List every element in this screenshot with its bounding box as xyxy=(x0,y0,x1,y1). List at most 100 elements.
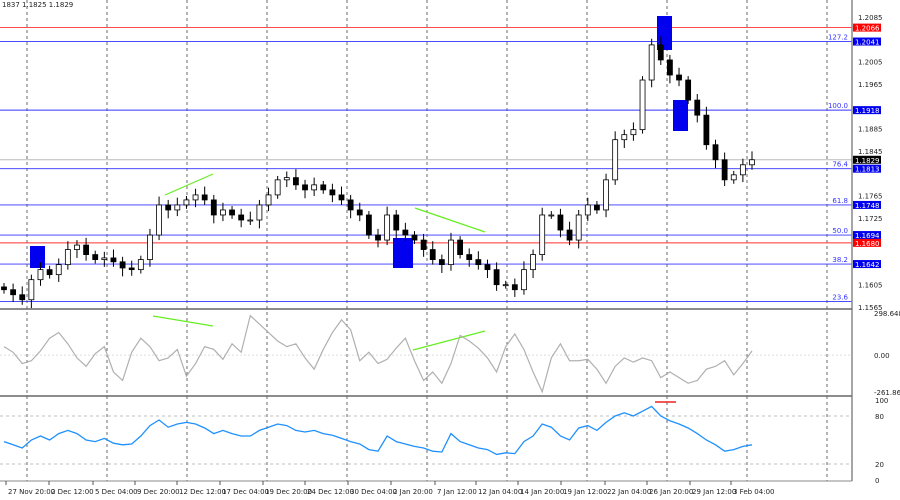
candle-body xyxy=(612,139,619,181)
cci-tick-label: 0.00 xyxy=(874,352,890,360)
rsi-tick-label: 0 xyxy=(875,477,879,485)
candle-body xyxy=(83,244,89,255)
candles xyxy=(1,36,755,309)
candle-body xyxy=(438,259,445,266)
x-tick-label: 29 Jan 12:00 xyxy=(692,488,736,496)
marker-box xyxy=(673,100,688,131)
price-tag-text: 1.1748 xyxy=(855,202,880,210)
price-tag-text: 1.1813 xyxy=(855,166,880,174)
candle-body xyxy=(676,74,682,81)
candle-body xyxy=(502,284,509,287)
x-tick-label: 2 Dec 12:00 xyxy=(51,488,94,496)
fib-level-label: 38.2 xyxy=(832,256,848,264)
fib-level-label: 23.6 xyxy=(832,293,848,301)
candle-body xyxy=(685,79,692,101)
candle-body xyxy=(584,204,591,216)
candle-body xyxy=(712,144,719,161)
candle-body xyxy=(448,239,454,266)
candle-body xyxy=(201,194,208,201)
candle-body xyxy=(639,79,646,131)
x-tick-label: 5 Dec 04:00 xyxy=(95,488,138,496)
candle-body xyxy=(165,204,172,211)
price-tag-text: 1.1694 xyxy=(855,232,880,240)
candle-body xyxy=(457,239,463,255)
candle-body xyxy=(174,204,181,211)
candle-body xyxy=(210,199,217,216)
candle-body xyxy=(667,59,673,76)
candle-body xyxy=(229,209,235,216)
candle-body xyxy=(721,159,728,181)
candle-body xyxy=(466,254,473,260)
candle-body xyxy=(557,214,564,231)
candle-body xyxy=(192,194,199,201)
divergence-line xyxy=(414,207,486,233)
candle-body xyxy=(739,164,746,176)
x-tick-label: 22 Jan 04:00 xyxy=(607,488,651,496)
candle-body xyxy=(594,204,600,211)
y-tick-label: 1.1965 xyxy=(858,81,883,89)
y-tick-label: 1.2005 xyxy=(858,59,883,67)
x-tick-label: 9 Dec 20:00 xyxy=(137,488,180,496)
candle-body xyxy=(548,214,555,217)
candle-body xyxy=(128,267,135,271)
x-tick-label: 7 Jan 12:00 xyxy=(437,488,477,496)
y-tick-label: 1.1845 xyxy=(858,148,883,156)
candle-body xyxy=(10,289,17,296)
x-tick-label: 19 Dec 20:00 xyxy=(265,488,312,496)
candle-body xyxy=(28,279,35,301)
x-tick-label: 27 Nov 20:00 xyxy=(8,488,55,496)
price-tag-text: 1.2041 xyxy=(855,39,880,47)
fib-level-label: 127.2 xyxy=(828,34,848,42)
cci-tick-label: -261.864 xyxy=(874,389,900,397)
fib-level-label: 50.0 xyxy=(832,227,848,235)
candle-body xyxy=(648,44,655,81)
marker-box xyxy=(393,238,413,268)
y-tick-label: 1.2085 xyxy=(858,14,883,22)
candle-body xyxy=(411,234,418,241)
y-axis-labels: 1.2041 1.1918 1.1813 1.1748 1.1694 1.1642 1.20… xyxy=(853,14,900,485)
candle-body xyxy=(1,286,7,291)
x-tick-label: 14 Jan 20:00 xyxy=(520,488,564,496)
candle-body xyxy=(694,99,701,116)
rsi-panel xyxy=(0,405,852,465)
rsi-tick-label: 80 xyxy=(875,413,884,421)
grid-lines xyxy=(26,0,828,481)
candle-body xyxy=(320,184,327,191)
x-tick-label: 2 Jan 20:00 xyxy=(393,488,433,496)
candle-body xyxy=(657,44,664,61)
candle-body xyxy=(329,189,336,196)
candle-body xyxy=(147,234,153,260)
y-tick-label: 1.1605 xyxy=(858,282,883,290)
trading-chart[interactable]: 127.2 100.0 76.4 61.8 50.0 38.2 23.6 1.2041 1.1… xyxy=(0,0,900,500)
candle-body xyxy=(484,264,491,271)
marker-box xyxy=(30,246,45,268)
candle-body xyxy=(137,259,144,271)
x-axis-labels: 27 Nov 20:002 Dec 12:00 5 Dec 04:00 9 Dec … xyxy=(5,481,774,496)
candle-body xyxy=(493,269,500,286)
x-tick-label: 12 Dec 12:00 xyxy=(179,488,226,496)
candle-body xyxy=(429,249,436,260)
x-tick-label: 12 Jan 04:00 xyxy=(478,488,522,496)
candle-body xyxy=(347,199,354,211)
candle-body xyxy=(365,214,372,236)
candle-body xyxy=(37,269,44,281)
candle-body xyxy=(302,184,308,191)
candle-body xyxy=(74,244,80,250)
candle-body xyxy=(475,259,482,266)
fib-level-label: 76.4 xyxy=(832,161,848,169)
candle-body xyxy=(420,239,427,250)
y-tick-label: 1.1885 xyxy=(858,126,883,134)
candle-body xyxy=(393,214,400,231)
x-tick-label: 17 Dec 04:00 xyxy=(222,488,269,496)
candle-body xyxy=(530,254,536,271)
marker-boxes xyxy=(30,16,688,268)
price-tag-text: 1.1918 xyxy=(855,107,880,115)
x-tick-label: 24 Dec 12:00 xyxy=(307,488,354,496)
candle-body xyxy=(539,214,546,255)
candle-body xyxy=(265,194,272,206)
candle-body xyxy=(749,159,755,166)
candle-body xyxy=(238,214,245,221)
fib-level-label: 61.8 xyxy=(832,197,848,205)
y-tick-label: 1.1765 xyxy=(858,192,883,200)
divergence-line xyxy=(152,315,214,327)
